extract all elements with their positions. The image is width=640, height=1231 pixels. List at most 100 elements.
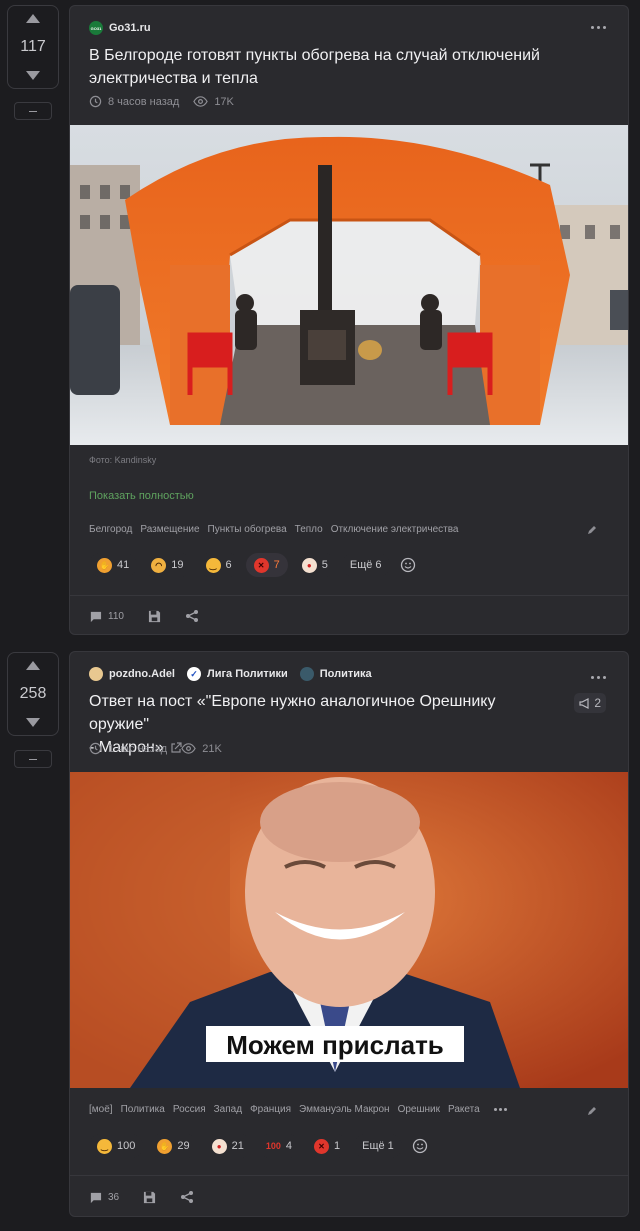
community-name: Лига Политики [207,668,288,680]
post-score: 117 [20,38,46,55]
comments-button[interactable]: 36 [89,1191,119,1204]
add-emoji-icon [400,557,415,573]
clown-emoji-icon: ● [301,557,317,573]
community[interactable]: Политика [299,667,372,681]
comment-icon [89,1192,102,1203]
clock-icon [89,95,102,108]
reaction-hundred[interactable]: 100 4 [257,1134,300,1158]
post-title-line: В Белгороде готовят пункты обогрева на с… [89,47,540,64]
post-title-line: Ответ на пост «"Европе нужно аналогичное… [89,693,496,733]
post-menu-button[interactable] [591,676,606,679]
image-caption: Фото: Kandinsky [89,455,157,465]
reaction-bar: ✋ 41 ◠ 19 ‿ 6 ✕ 7 ● 5 Ещё 6 [89,553,420,577]
tag[interactable]: Тепло [295,524,323,535]
tag[interactable]: Политика [121,1104,165,1115]
card-divider [70,1175,628,1176]
post-footer: 36 [89,1190,194,1204]
community-name: Go31.ru [109,22,151,34]
save-icon[interactable] [143,1191,156,1204]
post-image[interactable]: Можем прислать [70,772,628,1088]
angry-emoji-icon: ✕ [313,1138,329,1154]
reaction-count: 29 [177,1140,190,1152]
meme-photo: Можем прислать [70,772,628,1088]
comments-count: 110 [108,610,124,622]
more-tags-button[interactable] [493,1108,507,1111]
post-menu-button[interactable] [591,26,606,29]
post-sources: pozdno.Adel ✓ Лига Политики Политика [89,667,372,681]
downvote-button[interactable] [26,718,40,727]
post-time: 8 часов назад [108,95,180,108]
tag[interactable]: Размещение [140,524,199,535]
post-views: 21K [202,742,222,755]
edit-tags-icon[interactable] [586,1105,598,1117]
tag[interactable]: Орешник [398,1104,440,1115]
reaction-clown[interactable]: ● 5 [293,553,336,577]
upvote-button[interactable] [26,14,40,23]
add-reaction-button[interactable] [396,553,420,577]
tag[interactable]: Россия [173,1104,206,1115]
show-full-link[interactable]: Показать полностью [89,490,194,502]
add-emoji-icon [412,1138,427,1154]
edit-tags-icon[interactable] [586,524,598,536]
share-icon[interactable] [185,609,199,623]
tag[interactable]: Отключение электричества [331,524,459,535]
tag[interactable]: Пункты обогрева [208,524,287,535]
post-score: 258 [19,685,47,702]
tag[interactable]: Ракета [448,1104,480,1115]
reaction-angry[interactable]: ✕ 7 [245,553,288,577]
post-source[interactable]: GO31 Go31.ru [89,21,151,35]
reaction-count: 41 [117,559,130,571]
tag[interactable]: Белгород [89,524,132,535]
megaphone-icon [579,697,589,709]
tag[interactable]: Франция [250,1104,291,1115]
card-divider [70,595,628,596]
hide-post-button[interactable] [14,750,52,768]
minus-icon [29,110,37,112]
community-name: Политика [319,668,372,680]
author-avatar [89,667,103,681]
tag-mine[interactable]: [моё] [89,1104,113,1115]
smile-emoji-icon: ‿ [97,1138,112,1154]
save-icon[interactable] [148,610,161,623]
post-footer: 110 [89,609,199,623]
laughing-emoji-icon: ✋ [157,1138,173,1154]
upvote-button[interactable] [26,661,40,670]
post-time: 1 час назад [108,742,168,755]
reaction-count: 5 [321,559,328,571]
repost-count: 2 [594,696,601,710]
reaction-bar: ‿ 100 ✋ 29 ● 21 100 4 ✕ 1 Ещё 1 [89,1134,432,1158]
comment-icon [89,611,102,622]
reaction-count: 19 [171,559,184,571]
reaction-laughing[interactable]: ✋ 29 [149,1134,198,1158]
reaction-smile[interactable]: ‿ 6 [197,553,240,577]
vote-widget: 258 [7,652,59,736]
politics-icon [299,667,314,681]
tag[interactable]: Запад [214,1104,242,1115]
post-meta: 8 часов назад 17K [89,95,234,108]
share-icon[interactable] [180,1190,194,1204]
reaction-count: 4 [285,1140,292,1152]
clown-emoji-icon: ● [211,1138,227,1154]
author[interactable]: pozdno.Adel [89,667,175,681]
reaction-angry[interactable]: ✕ 1 [305,1134,349,1158]
downvote-button[interactable] [26,71,40,80]
clock-icon [89,742,102,755]
laughing-emoji-icon: ✋ [97,557,112,573]
reaction-grinning[interactable]: ◠ 19 [143,553,192,577]
repost-count-badge[interactable]: 2 [574,693,606,713]
reaction-laughing[interactable]: ✋ 41 [89,553,138,577]
post-card: pozdno.Adel ✓ Лига Политики Политика Отв… [69,651,629,1217]
tag[interactable]: Эммануэль Макрон [299,1104,390,1115]
post-image[interactable] [70,125,628,445]
reaction-count: 7 [273,559,280,571]
add-reaction-button[interactable] [408,1134,432,1158]
comments-button[interactable]: 110 [89,610,124,623]
tag-list: [моё] Политика Россия Запад Франция Эмма… [89,1104,507,1115]
hide-post-button[interactable] [14,102,52,120]
more-reactions-button[interactable]: Ещё 1 [354,1134,402,1158]
community[interactable]: ✓ Лига Политики [187,667,288,681]
reaction-clown[interactable]: ● 21 [203,1134,252,1158]
reaction-smile[interactable]: ‿ 100 [89,1134,144,1158]
post-title[interactable]: В Белгороде готовят пункты обогрева на с… [89,44,540,90]
more-reactions-button[interactable]: Ещё 6 [341,553,390,577]
